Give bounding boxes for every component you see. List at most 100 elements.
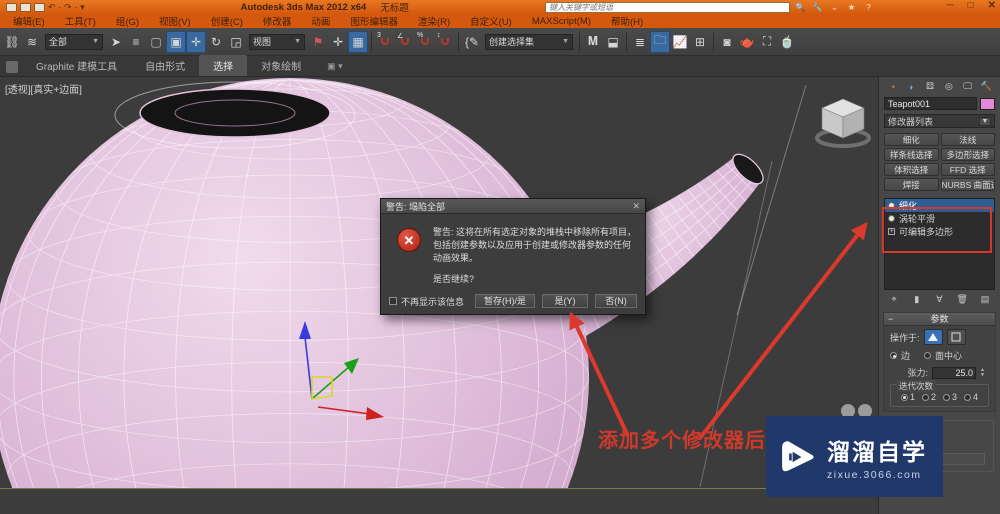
tab-freeform[interactable]: 自由形式 [131, 55, 199, 76]
tension-input[interactable]: 25.0 [932, 366, 977, 379]
redo-icon[interactable]: ↷ · [64, 2, 77, 13]
select-and-rotate-icon[interactable]: ↻ [206, 31, 226, 53]
iteration-radio-2[interactable]: 2 [921, 392, 936, 402]
percent-snap-icon[interactable]: % [415, 31, 435, 53]
maximize-button[interactable]: □ [968, 0, 974, 11]
rectangular-selection-region-icon[interactable]: ▢ [146, 31, 166, 53]
menu-modifiers[interactable]: 修改器 [254, 14, 301, 28]
pin-stack-icon[interactable]: ⌖ [887, 293, 901, 305]
stack-item-editable-poly[interactable]: + 可编辑多边形 [885, 225, 994, 238]
hierarchy-tab-icon[interactable]: ⚄ [923, 80, 938, 93]
object-name-input[interactable]: Teapot001 [884, 97, 977, 110]
iteration-radio-4[interactable]: 4 [964, 392, 978, 402]
hold-yes-button[interactable]: 暂存(H)/是 [475, 294, 535, 308]
iteration-radio-3[interactable]: 3 [943, 392, 957, 402]
spinner-snap-icon[interactable]: ↕ [435, 31, 455, 53]
layer-manager-icon[interactable]: ≣ [630, 31, 650, 53]
angle-snap-icon[interactable]: ∠ [395, 31, 415, 53]
dont-show-checkbox[interactable] [389, 297, 397, 305]
menu-maxscript[interactable]: MAXScript(M) [523, 16, 600, 27]
radio-face-center[interactable] [924, 352, 932, 359]
modify-tab-icon[interactable]: ◗ [904, 80, 919, 93]
menu-help[interactable]: 帮助(H) [602, 14, 652, 28]
make-unique-icon[interactable]: ∀ [933, 293, 947, 305]
rendered-frame-window-icon[interactable]: ⛶ [757, 31, 777, 53]
operate-on-triangle-button[interactable] [923, 329, 943, 345]
menu-group[interactable]: 组(G) [107, 14, 148, 28]
snap-toggle-3d-icon[interactable]: 3 [375, 31, 395, 53]
reference-coordinate-dropdown[interactable]: 视图 ▼ [249, 33, 305, 50]
unlink-selection-icon[interactable]: ≋ [22, 31, 42, 53]
tab-object-paint[interactable]: 对象绘制 [247, 55, 315, 76]
object-color-swatch[interactable] [980, 97, 995, 110]
open-file-icon[interactable] [20, 2, 31, 12]
close-button[interactable]: ✕ [988, 0, 996, 11]
select-object-icon[interactable]: ➤ [106, 31, 126, 53]
use-pivot-center-icon[interactable]: ⚑ [308, 31, 328, 53]
modifier-bulb-icon[interactable] [888, 202, 895, 209]
display-tab-icon[interactable]: 🖵 [960, 80, 975, 93]
help-icon[interactable]: ? [862, 2, 875, 13]
minimize-button[interactable]: ─ [946, 0, 953, 11]
modifier-button-normal[interactable]: 法线 [940, 133, 995, 146]
modifier-button-vol-select[interactable]: 体积选择 [884, 163, 939, 176]
infocenter-search-input[interactable] [545, 2, 790, 13]
expand-plus-icon[interactable]: + [888, 228, 895, 235]
material-editor-icon[interactable]: ◙ [717, 31, 737, 53]
modifier-button-nurbs-surface-select[interactable]: NURBS 曲面选择 [940, 178, 995, 191]
iteration-radio-1[interactable]: 1 [900, 392, 915, 402]
graphite-ribbon-toggle-icon[interactable]: 🗀 [650, 30, 670, 53]
stack-item-turbosmooth[interactable]: 涡轮平滑 [885, 212, 994, 225]
select-and-manipulate-icon[interactable]: ✛ [328, 31, 348, 53]
modifier-bulb-icon[interactable] [888, 215, 895, 222]
select-and-move-icon[interactable]: ✛ [186, 30, 206, 53]
mirror-icon[interactable]: 𝐌 [583, 31, 603, 53]
modifier-button-tessellate[interactable]: 细化 [884, 133, 939, 146]
select-and-link-icon[interactable]: ⛓ [2, 31, 22, 53]
save-file-icon[interactable] [34, 2, 45, 12]
select-by-name-icon[interactable]: ≡ [126, 31, 146, 53]
wrench-icon[interactable]: 🔧 [811, 2, 824, 13]
curve-editor-icon[interactable]: 📈 [670, 31, 690, 53]
render-setup-icon[interactable]: 🫖 [737, 31, 757, 53]
remove-modifier-icon[interactable]: 🗑 [955, 293, 969, 305]
favorites-star-icon[interactable]: ★ [845, 2, 858, 13]
configure-modifier-sets-icon[interactable]: ▤ [978, 293, 992, 305]
viewport-label[interactable]: [透视][真实+边面] [5, 81, 82, 96]
yes-button[interactable]: 是(Y) [542, 294, 588, 308]
menu-animation[interactable]: 动画 [302, 14, 339, 28]
selection-filter-dropdown[interactable]: 全部 ▼ [45, 33, 103, 50]
keyboard-shortcut-override-icon[interactable]: ▦ [348, 30, 368, 53]
no-button[interactable]: 否(N) [595, 294, 637, 308]
utilities-tab-icon[interactable]: 🔨 [979, 80, 994, 93]
menu-edit[interactable]: 编辑(E) [4, 14, 54, 28]
create-tab-icon[interactable]: ◔ [885, 80, 900, 93]
select-and-scale-icon[interactable]: ◲ [226, 31, 246, 53]
qat-options-icon[interactable]: ▾ [80, 2, 85, 13]
tab-graphite-modeling[interactable]: Graphite 建模工具 [22, 55, 131, 76]
dialog-close-icon[interactable]: ✕ [632, 201, 640, 212]
menu-rendering[interactable]: 渲染(R) [409, 14, 459, 28]
dialog-title-bar[interactable]: 警告: 塌陷全部 ✕ [381, 199, 645, 214]
render-production-icon[interactable]: 🍵 [777, 31, 797, 53]
modifier-list-dropdown[interactable]: 修改器列表 ▼ [884, 114, 995, 128]
menu-customize[interactable]: 自定义(U) [461, 14, 521, 28]
stack-item-tessellate[interactable]: 细化 [885, 199, 994, 212]
tab-selection[interactable]: 选择 [199, 55, 248, 76]
menu-graph-editors[interactable]: 图形编辑器 [341, 14, 407, 28]
radio-edge[interactable] [890, 352, 897, 359]
modifier-button-ffd-select[interactable]: FFD 选择 [940, 163, 995, 176]
tension-spinner[interactable]: ▲ ▼ [980, 367, 985, 378]
menu-create[interactable]: 创建(C) [202, 14, 252, 28]
menu-views[interactable]: 视图(V) [150, 14, 200, 28]
window-crossing-icon[interactable]: ▣ [166, 30, 186, 53]
ribbon-minimize-icon[interactable]: ▣ ▾ [327, 61, 343, 72]
schematic-view-icon[interactable]: ⊞ [690, 31, 710, 53]
motion-tab-icon[interactable]: ◎ [941, 80, 956, 93]
modifier-button-weld[interactable]: 焊接 [884, 178, 939, 191]
new-file-icon[interactable] [6, 2, 17, 12]
align-icon[interactable]: ⬓ [603, 31, 623, 53]
parameters-rollout-header[interactable]: − 参数 [884, 313, 995, 326]
binoculars-search-icon[interactable]: 🔍 [794, 2, 807, 13]
undo-icon[interactable]: ↶ · [48, 2, 61, 13]
